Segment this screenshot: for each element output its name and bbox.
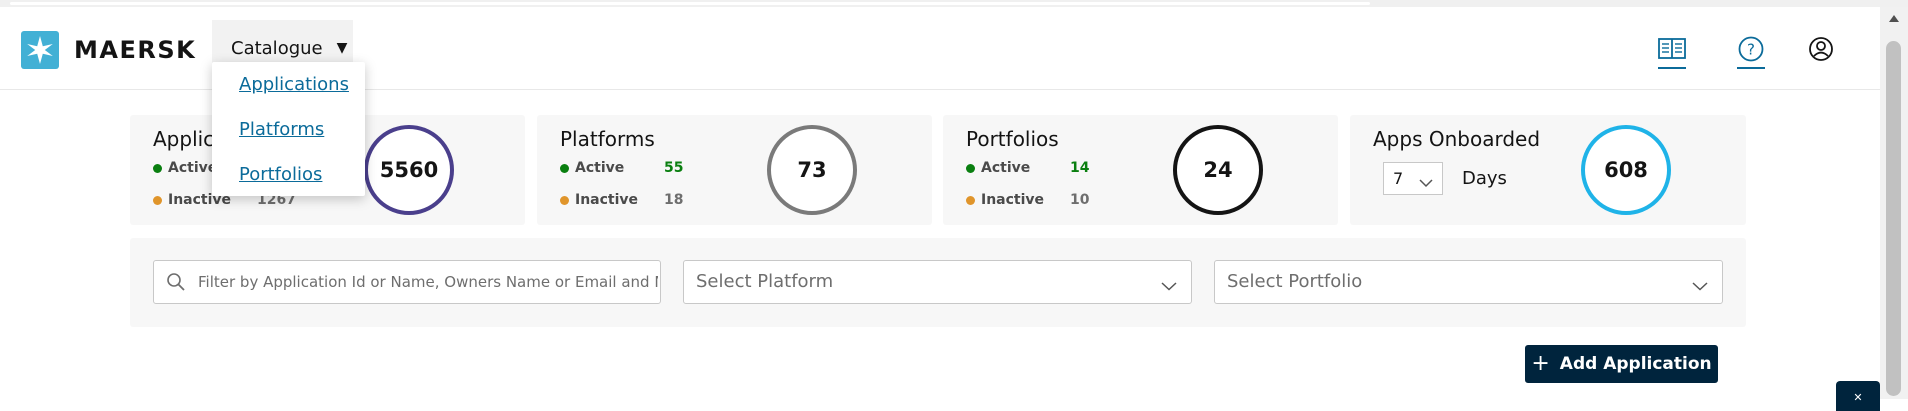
search-field[interactable] [153, 260, 661, 304]
platform-select-placeholder: Select Platform [696, 271, 834, 292]
help-icon[interactable]: ? [1736, 34, 1766, 69]
inactive-dot [966, 195, 975, 205]
total-ring: 5560 [364, 125, 454, 215]
active-dot [560, 163, 569, 173]
add-application-button[interactable]: + Add Application [1525, 345, 1718, 383]
active-label: Active [981, 160, 1031, 176]
svg-text:?: ? [1747, 41, 1755, 59]
inactive-stat: Inactive [560, 192, 638, 208]
total-ring: 608 [1581, 125, 1671, 215]
caret-down-icon: ▼ [336, 40, 348, 56]
card-title: Platforms [560, 127, 655, 151]
add-application-label: Add Application [1559, 354, 1712, 374]
active-dot [966, 163, 975, 173]
catalogue-dropdown: Applications Platforms Portfolios [212, 62, 365, 196]
active-stat: Active [560, 160, 624, 176]
filter-bar: Select Platform Select Portfolio [130, 238, 1746, 327]
close-icon: ✕ [1853, 391, 1863, 404]
vertical-scrollbar[interactable] [1880, 7, 1908, 399]
active-stat: Active [153, 160, 217, 176]
chevron-down-icon [1161, 276, 1177, 295]
help-icon-underline [1737, 67, 1765, 69]
search-icon [166, 272, 186, 296]
days-label: Days [1462, 168, 1507, 189]
active-label: Active [575, 160, 625, 176]
book-icon[interactable] [1657, 34, 1687, 69]
inactive-stat: Inactive [966, 192, 1044, 208]
total-ring: 73 [767, 125, 857, 215]
platforms-card: Platforms Active 55 Inactive 18 73 [537, 115, 932, 225]
active-stat: Active [966, 160, 1030, 176]
inactive-value: 18 [664, 192, 684, 208]
days-select-value: 7 [1393, 169, 1404, 188]
platform-select[interactable]: Select Platform [683, 260, 1192, 304]
browser-top-stripe [10, 2, 1370, 5]
maersk-star-logo-icon[interactable] [21, 31, 59, 69]
catalogue-menu-label: Catalogue [231, 37, 323, 59]
plus-icon: + [1531, 350, 1550, 376]
inactive-dot [153, 195, 162, 205]
user-icon[interactable] [1806, 34, 1836, 64]
active-value: 14 [1070, 160, 1090, 176]
portfolio-select-placeholder: Select Portfolio [1227, 271, 1363, 292]
chevron-down-icon [1419, 173, 1433, 192]
chevron-down-icon [1692, 276, 1708, 295]
active-label: Active [168, 160, 218, 176]
menu-item-portfolios[interactable]: Portfolios [239, 164, 322, 185]
active-value: 55 [664, 160, 684, 176]
search-input[interactable] [196, 272, 660, 292]
inactive-label: Inactive [981, 192, 1045, 208]
apps-onboarded-card: Apps Onboarded 7 Days 608 [1350, 115, 1746, 225]
days-select[interactable]: 7 [1383, 162, 1443, 195]
total-ring: 24 [1173, 125, 1263, 215]
inactive-label: Inactive [575, 192, 639, 208]
scroll-up-arrow-icon[interactable] [1889, 15, 1899, 22]
chat-widget-button[interactable]: ✕ [1836, 381, 1880, 411]
menu-item-applications[interactable]: Applications [239, 74, 349, 95]
card-title: Portfolios [966, 127, 1059, 151]
scroll-thumb[interactable] [1886, 41, 1901, 396]
portfolio-select[interactable]: Select Portfolio [1214, 260, 1723, 304]
brand-name: MAERSK [74, 36, 197, 64]
book-icon-underline [1658, 67, 1686, 69]
inactive-value: 10 [1070, 192, 1090, 208]
active-dot [153, 163, 162, 173]
browser-top-strip [0, 0, 1908, 7]
card-title: Apps Onboarded [1373, 127, 1541, 151]
menu-item-platforms[interactable]: Platforms [239, 119, 324, 140]
inactive-dot [560, 195, 569, 205]
portfolios-card: Portfolios Active 14 Inactive 10 24 [943, 115, 1338, 225]
